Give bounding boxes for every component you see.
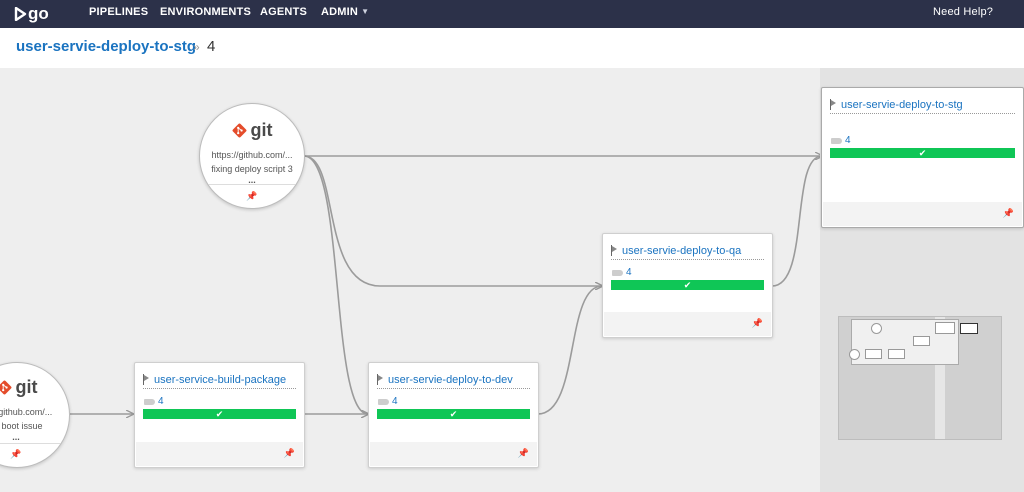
link-git-to-qa [303, 155, 602, 286]
pipeline-name-link[interactable]: user-servie-deploy-to-dev [388, 374, 513, 386]
pipeline-footer: 📌 [136, 442, 303, 466]
breadcrumb-separator: » [193, 40, 200, 54]
breadcrumb-counter: 4 [207, 38, 216, 55]
nav-admin[interactable]: ADMIN ▼ [321, 6, 369, 18]
pipeline-name-link[interactable]: user-servie-deploy-to-stg [841, 99, 963, 111]
minimap-material [849, 349, 860, 360]
tag-icon [378, 398, 389, 405]
minimap-pipeline-current [960, 323, 978, 334]
minimap-pipeline [865, 349, 882, 359]
pipeline-header: user-servie-deploy-to-qa [611, 242, 764, 260]
pipeline-counter[interactable]: 4 [626, 267, 632, 278]
pipeline-header: user-servie-deploy-to-stg [830, 96, 1015, 114]
link-dev-to-qa [537, 286, 602, 415]
link-qa-to-stg [771, 156, 822, 287]
pipeline-instance: 4 [612, 267, 632, 278]
pipeline-node-deploy-to-qa[interactable]: user-servie-deploy-to-qa 4 ✔ 📌 [602, 233, 773, 338]
pipeline-flag-icon [143, 374, 150, 385]
pin-icon[interactable]: 📌 [284, 448, 295, 459]
nav-pipelines[interactable]: PIPELINES [89, 6, 148, 18]
pin-icon[interactable]: 📌 [0, 449, 69, 460]
material-url[interactable]: /github.com/... [0, 407, 69, 417]
need-help-link[interactable]: Need Help? [933, 6, 993, 18]
gocd-logo-icon [14, 7, 27, 21]
pipeline-header: user-service-build-package [143, 371, 296, 389]
git-label: git [250, 120, 273, 140]
pipeline-instance: 4 [831, 135, 851, 146]
stage-passed-bar[interactable]: ✔ [377, 409, 530, 419]
tag-icon [612, 269, 623, 276]
pipeline-instance: 4 [144, 396, 164, 407]
check-icon: ✔ [918, 148, 927, 158]
material-commit-message: boot issue [1, 421, 43, 431]
pipeline-name-link[interactable]: user-servie-deploy-to-qa [622, 245, 741, 257]
nav-environments[interactable]: ENVIRONMENTS [160, 6, 251, 18]
stage-passed-bar[interactable]: ✔ [830, 148, 1015, 158]
pipeline-flag-icon [611, 245, 618, 256]
material-url[interactable]: https://github.com/... [200, 150, 304, 160]
link-git-to-dev [303, 155, 368, 414]
stage-passed-bar[interactable]: ✔ [143, 409, 296, 419]
pin-icon[interactable]: 📌 [752, 318, 763, 329]
check-icon: ✔ [449, 409, 458, 419]
pipeline-counter[interactable]: 4 [392, 396, 398, 407]
git-logo: git [200, 120, 304, 141]
pipeline-node-deploy-to-dev[interactable]: user-servie-deploy-to-dev 4 ✔ 📌 [368, 362, 539, 468]
git-material-node[interactable]: git https://github.com/... fixing deploy… [199, 103, 305, 209]
breadcrumb-pipeline-link[interactable]: user-servie-deploy-to-stg [16, 38, 196, 55]
pipeline-footer: 📌 [370, 442, 537, 466]
divider [200, 184, 304, 185]
pipeline-header: user-servie-deploy-to-dev [377, 371, 530, 389]
pipeline-footer: 📌 [823, 202, 1022, 226]
nav-agents[interactable]: AGENTS [260, 6, 307, 18]
git-material-node[interactable]: git /github.com/... boot issue ... 📌 [0, 362, 70, 468]
pipeline-footer: 📌 [604, 312, 771, 336]
divider [0, 443, 69, 444]
pin-icon[interactable]: 📌 [200, 191, 304, 202]
git-icon [232, 123, 246, 138]
minimap[interactable] [838, 316, 1002, 440]
pipeline-instance: 4 [378, 396, 398, 407]
pipeline-counter[interactable]: 4 [158, 396, 164, 407]
minimap-pipeline [888, 349, 905, 359]
pin-icon[interactable]: 📌 [518, 448, 529, 459]
git-logo: git [0, 377, 69, 398]
tag-icon [831, 137, 842, 144]
minimap-pipeline [913, 336, 930, 346]
chevron-down-icon: ▼ [361, 7, 370, 16]
minimap-pipeline [935, 322, 955, 334]
gocd-logo[interactable]: go [14, 4, 49, 24]
material-more[interactable]: ... [0, 432, 69, 442]
git-label: git [15, 377, 38, 397]
minimap-material [871, 323, 882, 334]
pipeline-flag-icon [377, 374, 384, 385]
pipeline-node-build-package[interactable]: user-service-build-package 4 ✔ 📌 [134, 362, 305, 468]
stage-passed-bar[interactable]: ✔ [611, 280, 764, 290]
pipeline-name-link[interactable]: user-service-build-package [154, 374, 286, 386]
nav-admin-label: ADMIN [321, 6, 359, 18]
pipeline-node-deploy-to-stg[interactable]: user-servie-deploy-to-stg 4 ✔ 📌 [821, 87, 1024, 228]
pipeline-counter[interactable]: 4 [845, 135, 851, 146]
check-icon: ✔ [215, 409, 224, 419]
pipeline-flag-icon [830, 99, 837, 110]
check-icon: ✔ [683, 280, 692, 290]
logo-text: go [28, 4, 49, 23]
git-icon [0, 380, 11, 395]
top-navigation: go PIPELINES ENVIRONMENTS AGENTS ADMIN ▼ … [0, 0, 1024, 28]
tag-icon [144, 398, 155, 405]
pin-icon[interactable]: 📌 [1003, 208, 1014, 219]
material-commit-message: fixing deploy script 3 [211, 164, 293, 174]
